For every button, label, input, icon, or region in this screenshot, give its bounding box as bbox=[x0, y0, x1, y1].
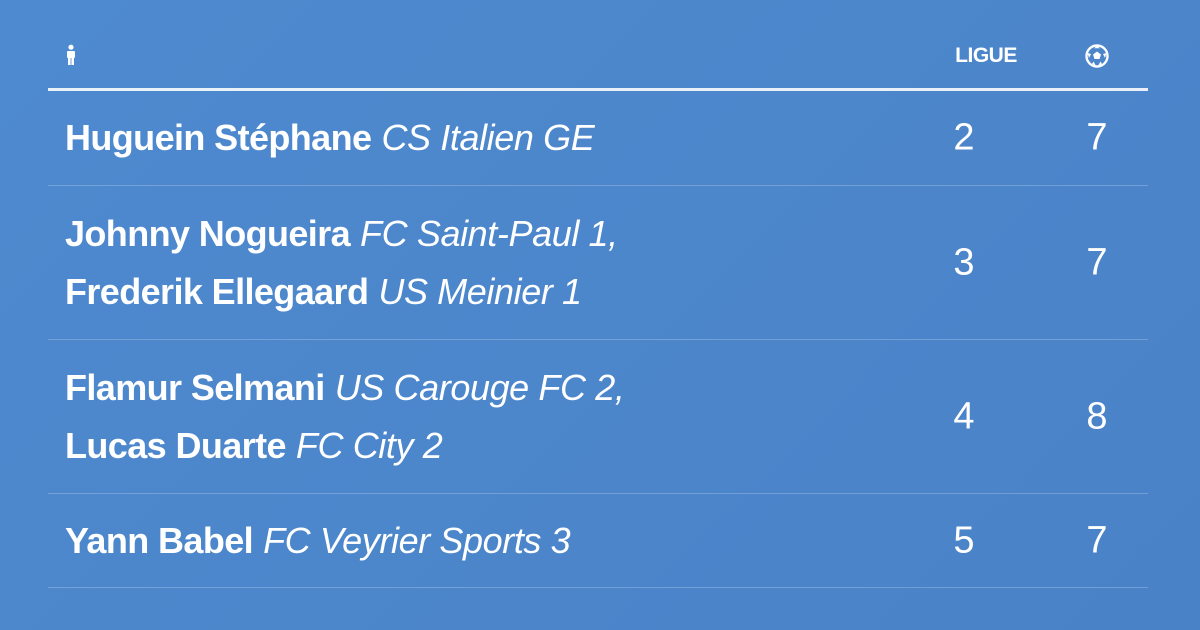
goals-value: 7 bbox=[1086, 241, 1108, 283]
player-entry: Lucas Duarte FC City 2 bbox=[65, 417, 624, 475]
goals-value: 7 bbox=[1086, 519, 1108, 561]
ligue-value: 5 bbox=[953, 519, 975, 561]
ligue-value: 4 bbox=[953, 395, 975, 437]
player-entry: Yann Babel FC Veyrier Sports 3 bbox=[65, 512, 571, 570]
player-entry: Johnny Nogueira FC Saint-Paul 1, bbox=[65, 205, 618, 263]
goals-value: 8 bbox=[1086, 395, 1108, 437]
player-club: FC Saint-Paul 1, bbox=[360, 212, 618, 254]
soccer-ball-icon bbox=[1084, 43, 1110, 69]
player-entry: Flamur Selmani US Carouge FC 2, bbox=[65, 359, 625, 417]
player-name: Flamur Selmani bbox=[65, 366, 325, 408]
ligue-value: 2 bbox=[953, 116, 975, 159]
goals-value: 7 bbox=[1086, 116, 1108, 159]
player-club: US Meinier 1 bbox=[378, 270, 582, 312]
player-club: FC Veyrier Sports 3 bbox=[263, 519, 571, 561]
table-row: Huguein Stéphane CS Italien GE 2 7 bbox=[48, 91, 1148, 186]
player-cell: Huguein Stéphane CS Italien GE bbox=[65, 109, 595, 167]
scorers-table: LIGUE Huguein Stéphane CS Italien GE 2 7 bbox=[48, 34, 1148, 588]
player-cell: Johnny Nogueira FC Saint-Paul 1, Frederi… bbox=[65, 205, 618, 321]
ligue-column-header: LIGUE bbox=[955, 44, 1017, 67]
table-row: Johnny Nogueira FC Saint-Paul 1, Frederi… bbox=[48, 186, 1148, 340]
player-club: CS Italien GE bbox=[381, 117, 595, 158]
player-name: Frederik Ellegaard bbox=[65, 270, 369, 312]
ligue-value: 3 bbox=[953, 241, 975, 283]
table-header: LIGUE bbox=[48, 34, 1148, 91]
player-name: Huguein Stéphane bbox=[65, 117, 372, 158]
player-name: Yann Babel bbox=[65, 519, 254, 561]
player-name: Lucas Duarte bbox=[65, 424, 286, 466]
player-entry: Frederik Ellegaard US Meinier 1 bbox=[65, 263, 618, 321]
player-entry: Huguein Stéphane CS Italien GE bbox=[65, 109, 595, 167]
table-row: Yann Babel FC Veyrier Sports 3 5 7 bbox=[48, 494, 1148, 588]
person-icon bbox=[65, 44, 77, 68]
player-name: Johnny Nogueira bbox=[65, 212, 351, 254]
player-cell: Flamur Selmani US Carouge FC 2, Lucas Du… bbox=[65, 359, 625, 475]
table-row: Flamur Selmani US Carouge FC 2, Lucas Du… bbox=[48, 340, 1148, 494]
player-club: US Carouge FC 2, bbox=[334, 366, 625, 408]
player-cell: Yann Babel FC Veyrier Sports 3 bbox=[65, 512, 571, 570]
player-club: FC City 2 bbox=[295, 424, 443, 466]
